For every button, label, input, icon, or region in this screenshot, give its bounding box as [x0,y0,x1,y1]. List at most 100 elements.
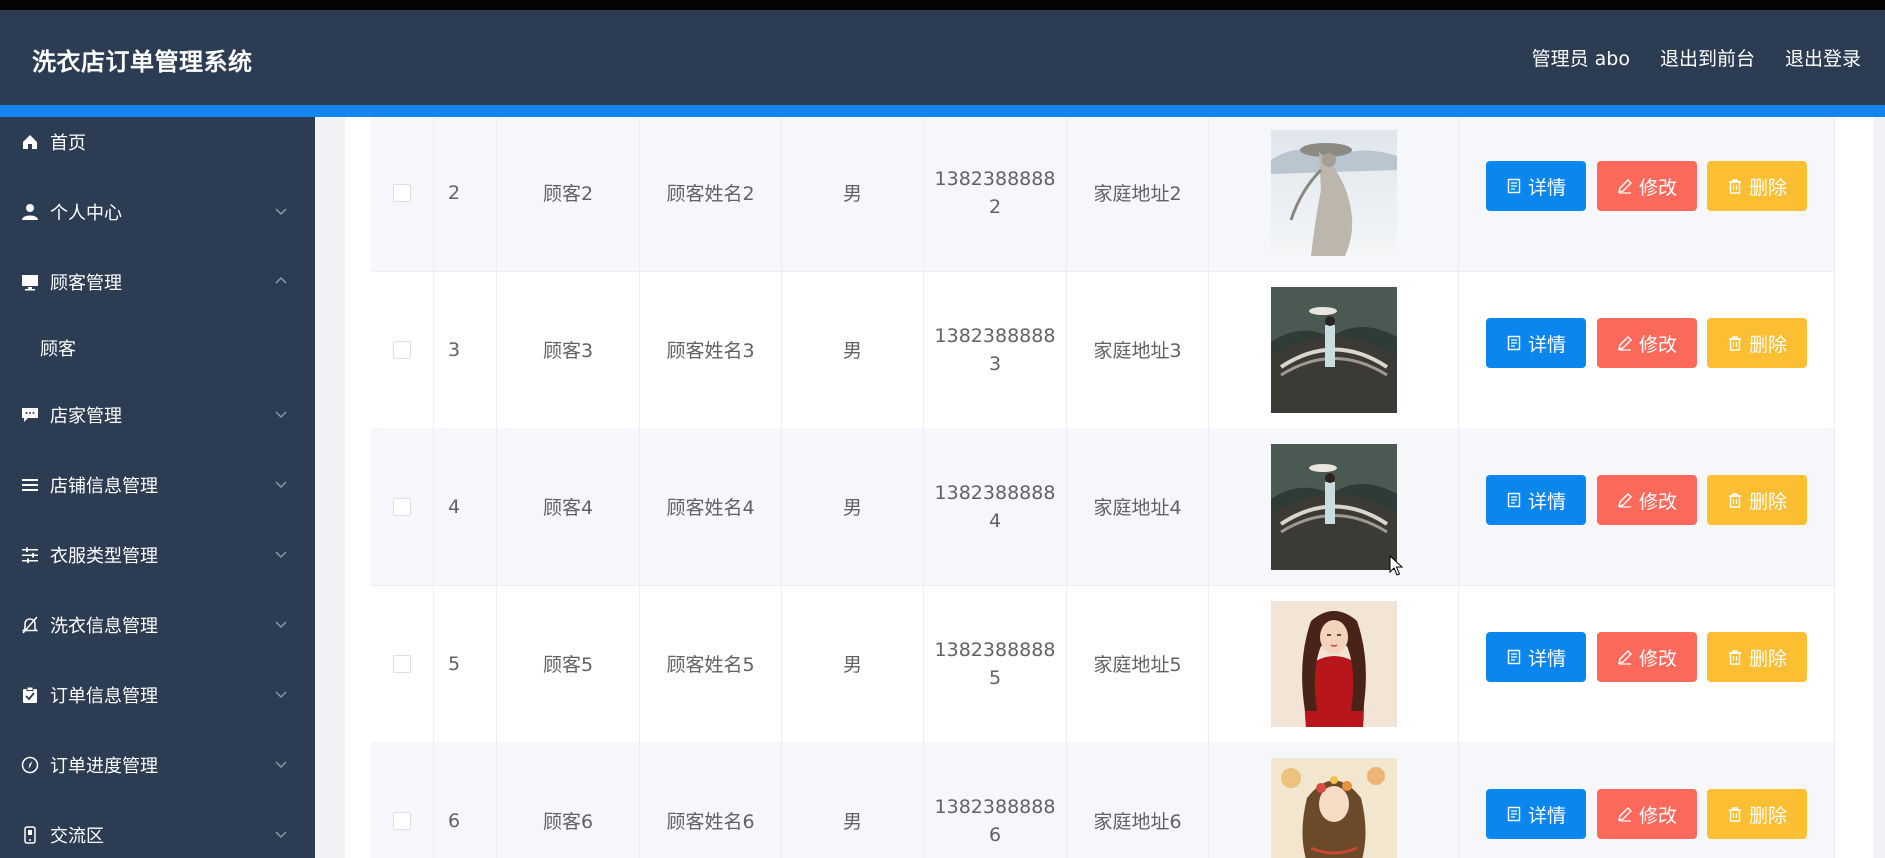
chevron-down-icon [275,621,287,629]
document-icon [1507,649,1521,665]
customer-photo-cell [1209,428,1459,585]
sidebar-item-label: 首页 [50,133,86,154]
chevron-down-icon [275,481,287,489]
table-row: 3 顾客3 顾客姓名3 男 1382388888 3 家庭地址3 详情 修改 删除 [371,271,1835,429]
sidebar-item-orders[interactable]: 订单信息管理 [0,670,315,720]
delete-button[interactable]: 删除 [1707,789,1807,839]
row-checkbox-cell [371,271,434,428]
sidebar-item-label: 交流区 [50,826,104,847]
delete-button[interactable]: 删除 [1707,161,1807,211]
exit-to-front-link[interactable]: 退出到前台 [1660,44,1755,71]
customer-address: 家庭地址3 [1067,271,1209,428]
customer-photo-cell [1209,585,1459,742]
row-checkbox[interactable] [393,183,411,202]
chevron-down-icon [275,761,287,769]
sidebar-item-forum[interactable]: 交流区 [0,810,315,858]
sidebar-item-label: 订单进度管理 [50,756,158,777]
sidebar-item-clothing-types[interactable]: 衣服类型管理 [0,530,315,580]
bell-off-icon [20,615,40,635]
trash-icon [1728,807,1741,822]
document-icon [1507,806,1521,822]
customer-gender: 男 [782,428,924,585]
chevron-down-icon [275,831,287,839]
home-icon [20,132,40,152]
table-row: 6 顾客6 顾客姓名6 男 1382388888 6 家庭地址6 详情 修改 删除 [371,742,1835,858]
customer-name: 顾客姓名4 [640,428,782,585]
edit-button[interactable]: 修改 [1597,475,1697,525]
customer-photo-cell [1209,742,1459,858]
sidebar-item-label: 衣服类型管理 [50,546,158,567]
sidebar-item-laundry-info[interactable]: 洗衣信息管理 [0,600,315,650]
customer-photo[interactable] [1270,286,1397,413]
submenu-item-customer[interactable]: 顾客 [40,335,76,361]
document-icon [1507,335,1521,351]
mouse-cursor-icon [1389,555,1404,576]
customer-phone: 1382388888 5 [924,585,1067,742]
delete-button[interactable]: 删除 [1707,475,1807,525]
customer-address: 家庭地址5 [1067,585,1209,742]
customer-account: 顾客5 [497,585,640,742]
detail-button[interactable]: 详情 [1486,789,1586,839]
chevron-down-icon [275,208,287,216]
sidebar-item-label: 个人中心 [50,203,122,224]
sidebar-item-label: 洗衣信息管理 [50,616,158,637]
delete-button[interactable]: 删除 [1707,632,1807,682]
sidebar-item-shops[interactable]: 店家管理 [0,390,315,440]
customer-gender: 男 [782,271,924,428]
sidebar-item-order-progress[interactable]: 订单进度管理 [0,740,315,790]
delete-button[interactable]: 删除 [1707,318,1807,368]
customer-account: 顾客3 [497,271,640,428]
header-actions: 管理员 abo 退出到前台 退出登录 [1532,44,1861,71]
row-checkbox-cell [371,585,434,742]
customer-photo[interactable] [1270,129,1397,256]
sidebar-item-shop-info[interactable]: 店铺信息管理 [0,460,315,510]
pencil-icon [1618,650,1632,665]
row-index: 6 [434,742,497,858]
edit-button[interactable]: 修改 [1597,632,1697,682]
list-icon [20,475,40,495]
sidebar-item-label: 顾客管理 [50,273,122,294]
customer-name: 顾客姓名5 [640,585,782,742]
accent-bar [0,105,1885,117]
edit-button[interactable]: 修改 [1597,789,1697,839]
app-title: 洗衣店订单管理系统 [32,48,253,76]
sidebar-item-customers[interactable]: 顾客管理 [0,257,315,307]
sidebar: 首页 个人中心 顾客管理 顾客 店家管理 店铺信息管理 衣服类型管理 洗衣信息管… [0,117,315,858]
customer-photo[interactable] [1270,600,1397,727]
user-icon [20,202,40,222]
sidebar-item-profile[interactable]: 个人中心 [0,187,315,237]
row-checkbox[interactable] [393,654,411,673]
sidebar-item-label: 订单信息管理 [50,686,158,707]
edit-button[interactable]: 修改 [1597,318,1697,368]
detail-button[interactable]: 详情 [1486,161,1586,211]
trash-icon [1728,179,1741,194]
top-header: 洗衣店订单管理系统 管理员 abo 退出到前台 退出登录 [0,10,1885,105]
row-checkbox[interactable] [393,811,411,830]
row-checkbox[interactable] [393,340,411,359]
monitor-icon [20,272,40,292]
customer-photo-cell [1209,271,1459,428]
detail-button[interactable]: 详情 [1486,475,1586,525]
edit-button[interactable]: 修改 [1597,161,1697,211]
row-checkbox[interactable] [393,497,411,516]
sidebar-item-label: 店铺信息管理 [50,476,158,497]
table-row: 4 顾客4 顾客姓名4 男 1382388888 4 家庭地址4 详情 修改 删除 [371,428,1835,586]
detail-button[interactable]: 详情 [1486,632,1586,682]
trash-icon [1728,493,1741,508]
pencil-icon [1618,807,1632,822]
sidebar-item-label: 店家管理 [50,406,122,427]
row-index: 5 [434,585,497,742]
clipboard-icon [20,685,40,705]
sidebar-item-home[interactable]: 首页 [0,117,315,167]
customer-table: 2 顾客2 顾客姓名2 男 1382388888 2 家庭地址2 详情 修改 删除… [371,117,1835,858]
customer-phone: 1382388888 2 [924,117,1067,271]
customer-photo[interactable] [1270,757,1397,858]
admin-user-label[interactable]: 管理员 abo [1532,44,1630,71]
customer-account: 顾客2 [497,117,640,271]
customer-photo[interactable] [1270,443,1397,570]
pencil-icon [1618,493,1632,508]
detail-button[interactable]: 详情 [1486,318,1586,368]
logout-link[interactable]: 退出登录 [1785,44,1861,71]
customer-photo-cell [1209,117,1459,271]
customer-gender: 男 [782,117,924,271]
